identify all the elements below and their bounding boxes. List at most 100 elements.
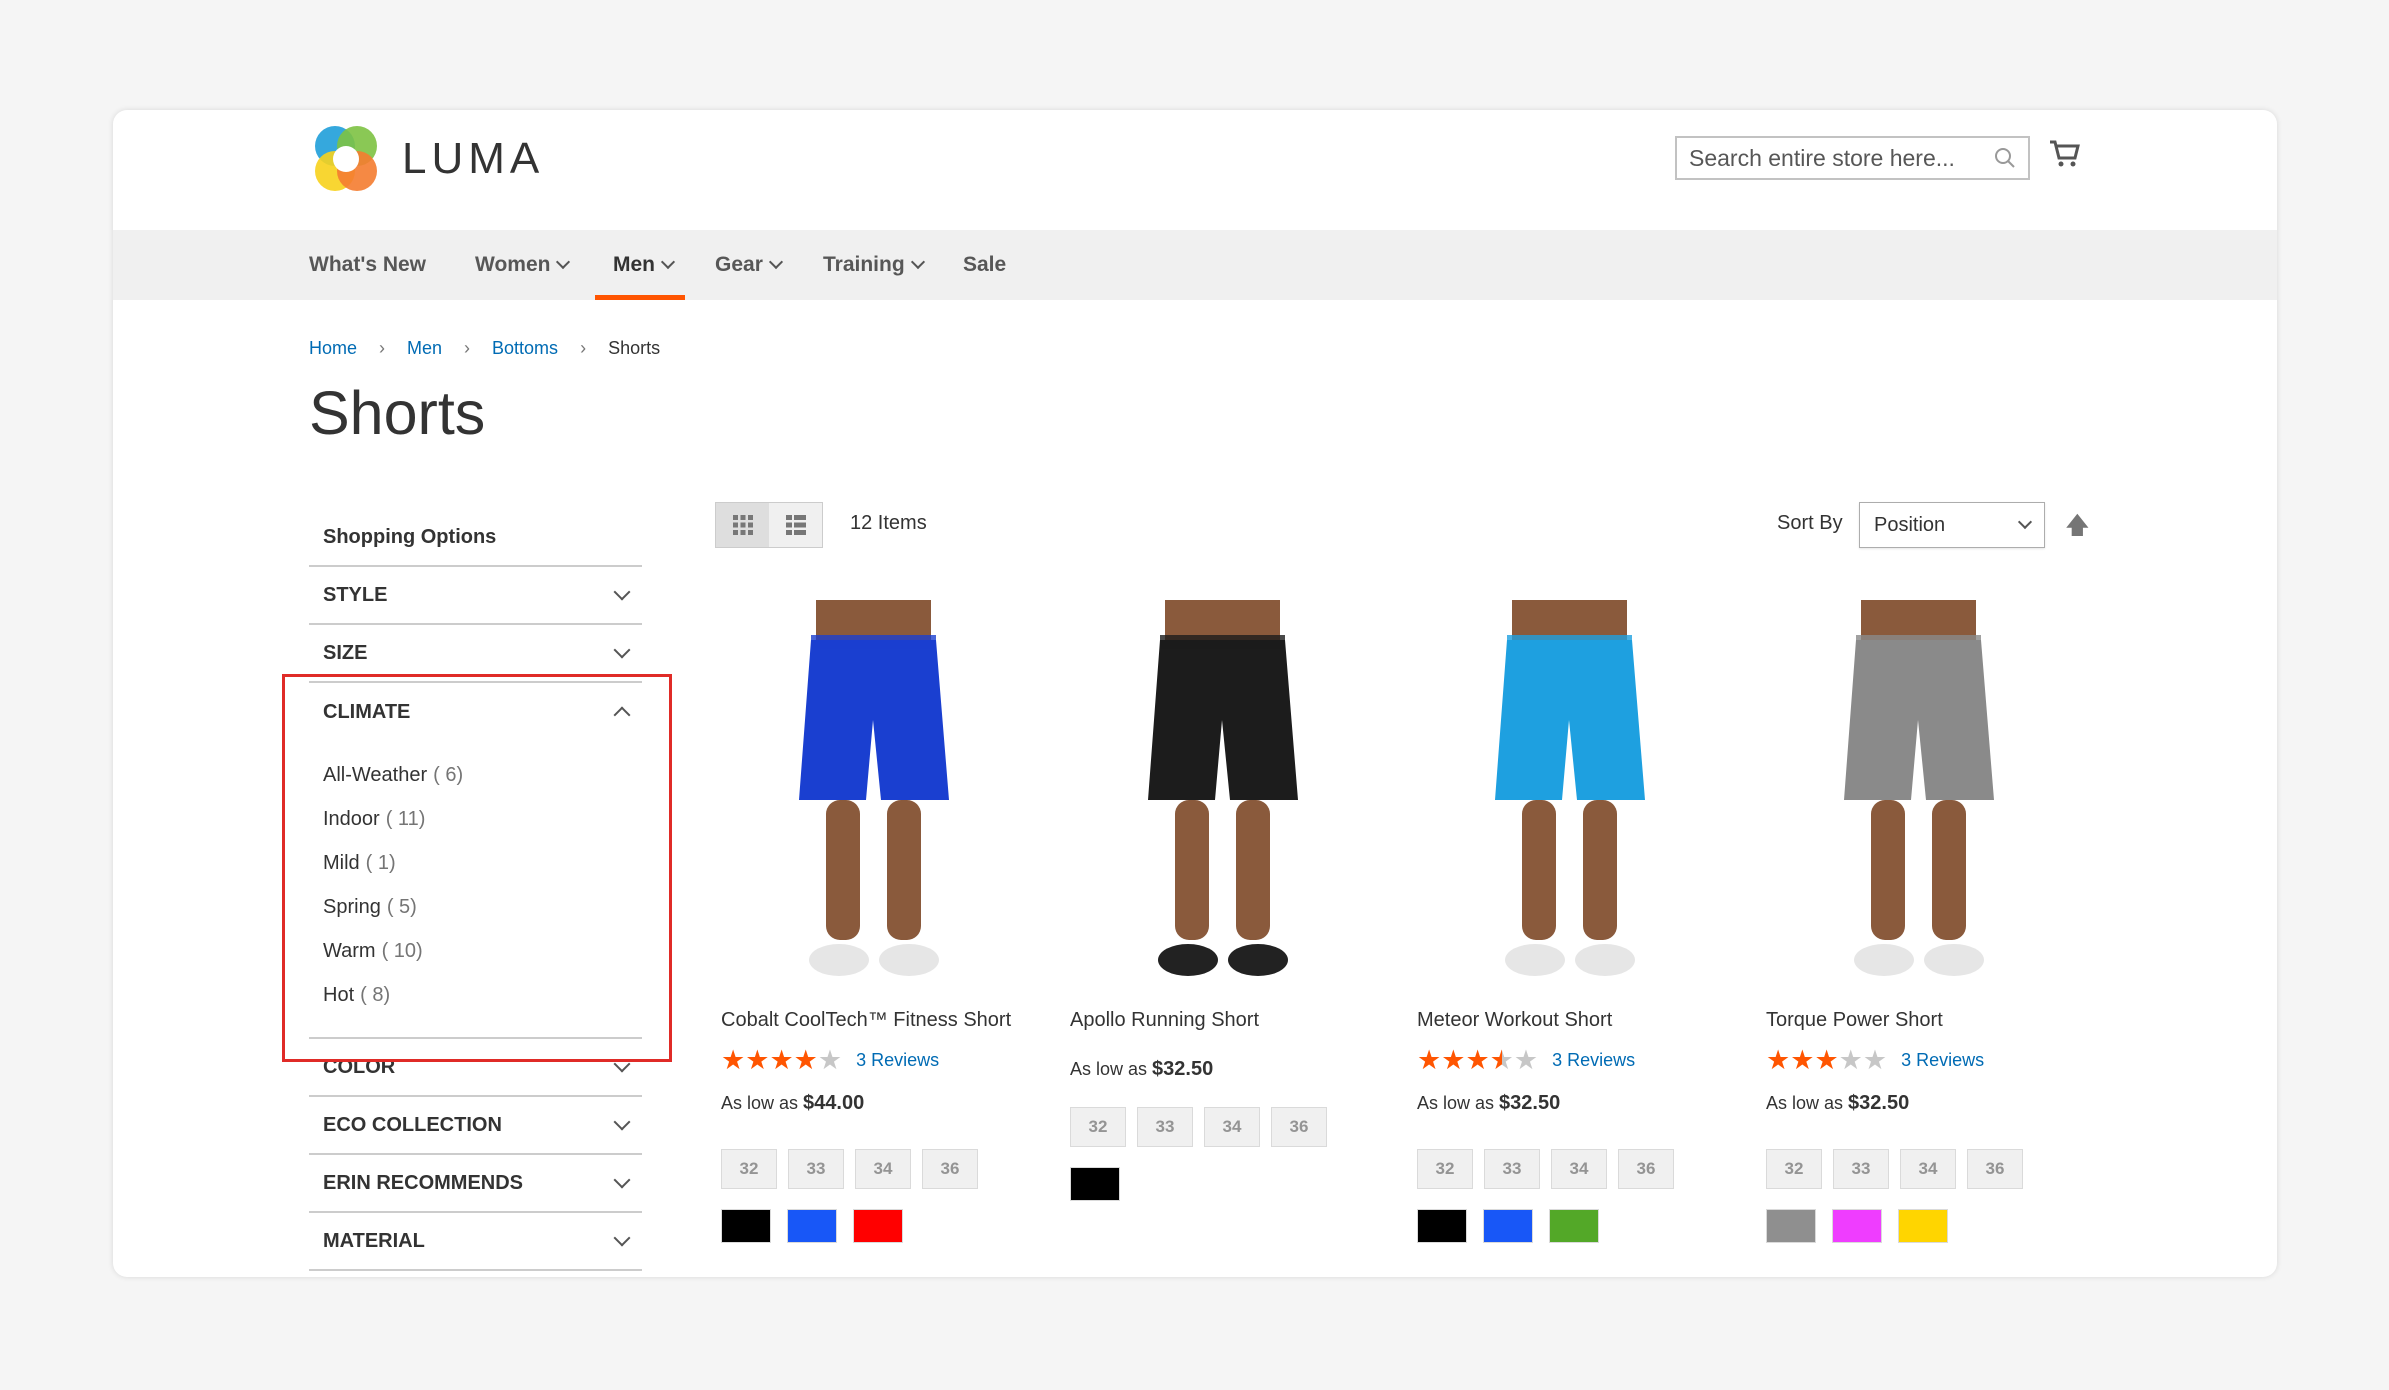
breadcrumb-current: Shorts bbox=[608, 338, 661, 358]
color-option[interactable] bbox=[1070, 1167, 1120, 1201]
sort-select[interactable]: Position bbox=[1859, 502, 2045, 548]
color-option[interactable] bbox=[787, 1209, 837, 1243]
size-option[interactable]: 33 bbox=[1484, 1149, 1540, 1189]
toolbar: 12 Items Sort By Position 🡅 bbox=[715, 502, 2271, 548]
main-nav: What's New Women Men Gear Training Sale bbox=[113, 230, 2277, 300]
filter-label: STYLE bbox=[323, 583, 388, 606]
list-view-icon[interactable] bbox=[769, 503, 822, 547]
size-option[interactable]: 32 bbox=[721, 1149, 777, 1189]
search-icon[interactable] bbox=[1994, 147, 2016, 169]
chevron-down-icon bbox=[910, 254, 925, 270]
nav-sale[interactable]: Sale bbox=[963, 230, 1006, 300]
product-name[interactable]: Cobalt CoolTech™ Fitness Short bbox=[721, 1009, 1051, 1032]
size-swatches: 32 33 34 36 bbox=[1766, 1149, 2096, 1189]
size-option[interactable]: 36 bbox=[1271, 1107, 1327, 1147]
filter-erin-recommends[interactable]: ERIN RECOMMENDS bbox=[309, 1155, 642, 1213]
product-image[interactable] bbox=[1070, 600, 1375, 983]
breadcrumb-bottoms[interactable]: Bottoms bbox=[492, 338, 558, 359]
color-swatches bbox=[1070, 1167, 1400, 1201]
size-option[interactable]: 32 bbox=[1070, 1107, 1126, 1147]
item-count: 12 Items bbox=[850, 512, 927, 534]
product-image[interactable] bbox=[1417, 600, 1722, 983]
product-price: As low as $32.50 bbox=[1766, 1092, 2096, 1115]
star-icon: ★ bbox=[1838, 1044, 1863, 1075]
nav-men[interactable]: Men bbox=[595, 230, 685, 300]
size-option[interactable]: 34 bbox=[1551, 1149, 1607, 1189]
reviews-link[interactable]: 3 Reviews bbox=[1552, 1050, 1635, 1071]
size-option[interactable]: 34 bbox=[1204, 1107, 1260, 1147]
logo[interactable]: LUMA bbox=[309, 122, 544, 195]
breadcrumb-men[interactable]: Men bbox=[407, 338, 442, 359]
color-swatches bbox=[1766, 1209, 2096, 1243]
star-icon: ★ bbox=[1862, 1044, 1888, 1075]
color-option[interactable] bbox=[721, 1209, 771, 1243]
product-price: As low as $32.50 bbox=[1417, 1092, 1747, 1115]
cart-icon[interactable] bbox=[2048, 138, 2080, 175]
size-option[interactable]: 33 bbox=[788, 1149, 844, 1189]
size-option[interactable]: 33 bbox=[1137, 1107, 1193, 1147]
product-name[interactable]: Meteor Workout Short bbox=[1417, 1009, 1747, 1032]
product-image[interactable] bbox=[721, 600, 1026, 983]
sort-label: Sort By bbox=[1777, 512, 1843, 534]
nav-gear[interactable]: Gear bbox=[715, 230, 783, 300]
filter-label: ERIN RECOMMENDS bbox=[323, 1171, 524, 1194]
sort-direction-arrow-icon[interactable]: 🡅 bbox=[2065, 508, 2090, 549]
star-icon: ★ bbox=[721, 1044, 746, 1075]
size-option[interactable]: 32 bbox=[1766, 1149, 1822, 1189]
product-image[interactable] bbox=[1766, 600, 2071, 983]
breadcrumb-separator: › bbox=[580, 338, 587, 358]
product-rating: ★ ★ ★ ★ ★ 3 Reviews bbox=[1417, 1046, 1747, 1074]
chevron-down-icon bbox=[613, 1113, 631, 1131]
color-option[interactable] bbox=[1766, 1209, 1816, 1243]
color-option[interactable] bbox=[1549, 1209, 1599, 1243]
filter-style[interactable]: STYLE bbox=[309, 567, 642, 625]
reviews-link[interactable]: 3 Reviews bbox=[1901, 1050, 1984, 1071]
product-card: Torque Power Short ★ ★ ★ ★ ★ 3 Reviews As low a… bbox=[1766, 600, 2096, 1243]
nav-label: Training bbox=[823, 253, 905, 276]
chevron-down-icon bbox=[613, 583, 631, 601]
nav-label: What's New bbox=[309, 253, 427, 276]
filter-eco-collection[interactable]: ECO COLLECTION bbox=[309, 1097, 642, 1155]
price-label: As low as bbox=[721, 1093, 799, 1113]
breadcrumb-separator: › bbox=[464, 338, 471, 358]
filter-label: ECO COLLECTION bbox=[323, 1113, 502, 1136]
search-input[interactable]: Search entire store here... bbox=[1675, 136, 2030, 180]
luma-logo-icon bbox=[315, 126, 377, 191]
color-option[interactable] bbox=[1898, 1209, 1948, 1243]
nav-whats-new[interactable]: What's New bbox=[309, 230, 426, 300]
shopping-options-title: Shopping Options bbox=[309, 510, 642, 567]
color-option[interactable] bbox=[1417, 1209, 1467, 1243]
product-rating: ★ ★ ★ ★ ★ 3 Reviews bbox=[1766, 1046, 2096, 1074]
color-swatches bbox=[1417, 1209, 1747, 1243]
nav-women[interactable]: Women bbox=[475, 230, 571, 300]
product-name[interactable]: Torque Power Short bbox=[1766, 1009, 2096, 1032]
product-name[interactable]: Apollo Running Short bbox=[1070, 1009, 1400, 1032]
grid-view-icon[interactable] bbox=[716, 503, 769, 547]
size-option[interactable]: 34 bbox=[1900, 1149, 1956, 1189]
filter-material[interactable]: MATERIAL bbox=[309, 1213, 642, 1271]
size-option[interactable]: 33 bbox=[1833, 1149, 1889, 1189]
reviews-link[interactable]: 3 Reviews bbox=[856, 1050, 939, 1071]
price-value: $44.00 bbox=[803, 1092, 865, 1114]
star-icon: ★ bbox=[745, 1044, 770, 1075]
star-icon: ★ bbox=[1417, 1044, 1442, 1075]
nav-training[interactable]: Training bbox=[823, 230, 925, 300]
page-title: Shorts bbox=[309, 379, 486, 447]
color-option[interactable] bbox=[1832, 1209, 1882, 1243]
page-window: LUMA Search entire store here... What's … bbox=[113, 110, 2277, 1277]
color-option[interactable] bbox=[1483, 1209, 1533, 1243]
size-option[interactable]: 34 bbox=[855, 1149, 911, 1189]
size-option[interactable]: 36 bbox=[1618, 1149, 1674, 1189]
logo-text: LUMA bbox=[402, 133, 545, 183]
breadcrumb-home[interactable]: Home bbox=[309, 338, 357, 359]
color-option[interactable] bbox=[853, 1209, 903, 1243]
breadcrumb: Home › Men › Bottoms › Shorts bbox=[309, 338, 660, 359]
size-swatches: 32 33 34 36 bbox=[1417, 1149, 1747, 1189]
star-icon: ★ bbox=[769, 1044, 794, 1075]
star-icon: ★ bbox=[1814, 1044, 1839, 1075]
star-icon: ★ bbox=[817, 1044, 843, 1075]
size-option[interactable]: 36 bbox=[1967, 1149, 2023, 1189]
size-option[interactable]: 36 bbox=[922, 1149, 978, 1189]
highlight-box bbox=[282, 674, 672, 1062]
size-option[interactable]: 32 bbox=[1417, 1149, 1473, 1189]
